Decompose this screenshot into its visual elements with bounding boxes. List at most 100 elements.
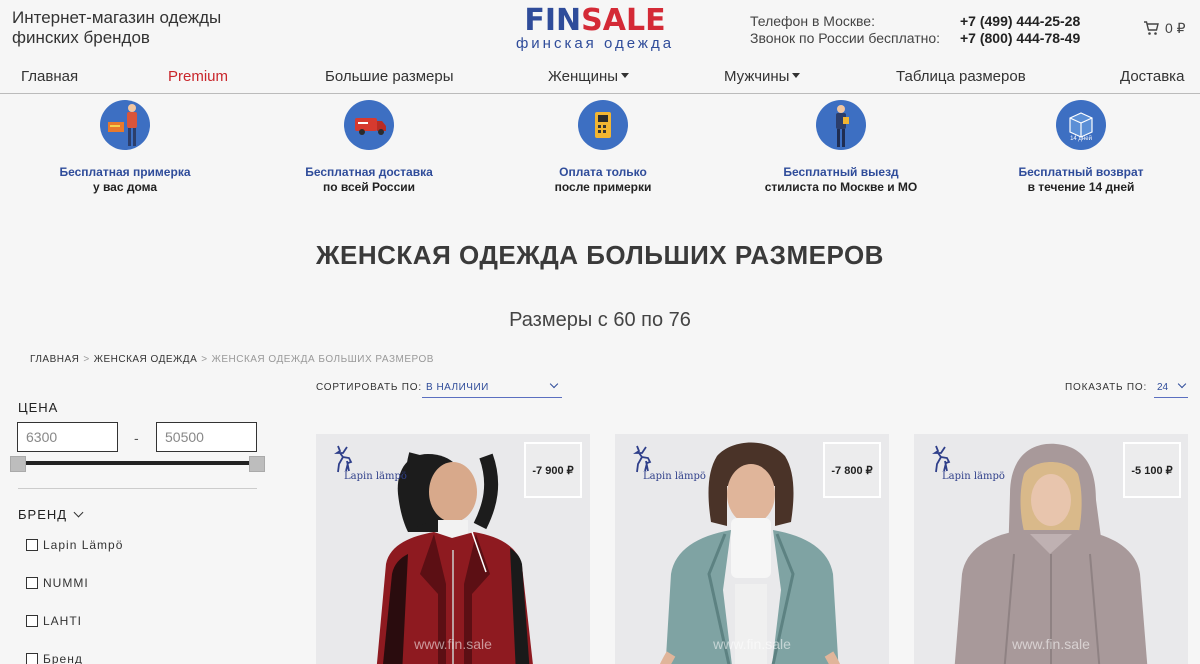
sort-label: СОРТИРОВАТЬ ПО:	[316, 382, 422, 393]
brand-logo: Lapin lämpö	[930, 444, 1010, 484]
brand-checkbox-nummi[interactable]: NUMMI	[26, 576, 89, 590]
cart-amount: 0 ₽	[1165, 20, 1186, 36]
caret-down-icon	[792, 73, 801, 78]
nav-women[interactable]: Женщины	[548, 68, 630, 85]
checkbox[interactable]	[26, 615, 38, 627]
logo-fin: FIN	[524, 3, 582, 38]
courier-icon	[100, 100, 150, 150]
nav-premium[interactable]: Premium	[168, 68, 228, 85]
brand-name: Lapin lämpö	[942, 471, 1005, 482]
show-per-page-label: ПОКАЗАТЬ ПО:	[1065, 382, 1148, 393]
watermark: www.fin.sale	[1012, 636, 1090, 652]
deer-icon	[334, 445, 353, 473]
discount-badge: -7 800 ₽	[823, 442, 881, 498]
price-slider-max-handle[interactable]	[249, 456, 265, 472]
breadcrumb-women[interactable]: ЖЕНСКАЯ ОДЕЖДА	[94, 354, 198, 365]
brand-name: Lapin lämpö	[344, 471, 407, 482]
chevron-down-icon	[1177, 379, 1187, 389]
delivery-truck-icon	[344, 100, 394, 150]
feature-title: Бесплатный выезд	[783, 165, 899, 179]
stylist-icon	[816, 100, 866, 150]
brand-label: NUMMI	[43, 576, 89, 590]
brand-filter-toggle[interactable]: БРЕНД	[18, 507, 84, 522]
brand-label: LAHTI	[43, 614, 83, 628]
brand-logo: Lapin lämpö	[631, 444, 711, 484]
cart-button[interactable]: 0 ₽	[1143, 20, 1186, 37]
price-filter-title: ЦЕНА	[18, 400, 59, 415]
nav-men-label: Мужчины	[724, 68, 790, 85]
deer-icon	[932, 445, 951, 473]
feature-title: Бесплатный возврат	[1018, 165, 1144, 179]
contact-russia: Звонок по России бесплатно: +7 (800) 444…	[750, 30, 1080, 47]
feature-subtitle: после примерки	[554, 180, 652, 194]
watermark: www.fin.sale	[713, 636, 791, 652]
price-slider-track[interactable]	[18, 461, 257, 465]
product-card[interactable]: Lapin lämpö -7 800 ₽ www.fin.sale	[615, 434, 889, 664]
feature-title: Бесплатная доставка	[305, 165, 433, 179]
price-dash: -	[134, 430, 139, 446]
cart-icon	[1144, 21, 1159, 35]
return-box-icon: 14 дней	[1056, 100, 1106, 150]
sort-select[interactable]: В НАЛИЧИИ	[422, 378, 562, 398]
brand-filter-title: БРЕНД	[18, 507, 68, 522]
checkbox[interactable]	[26, 577, 38, 589]
contact-moscow: Телефон в Москве: +7 (499) 444-25-28	[750, 13, 1080, 30]
breadcrumb: ГЛАВНАЯ > ЖЕНСКАЯ ОДЕЖДА > ЖЕНСКАЯ ОДЕЖДА БО…	[30, 354, 434, 365]
breadcrumb-separator: >	[201, 354, 208, 365]
phone-link[interactable]: +7 (499) 444-25-28	[960, 13, 1080, 30]
feature-title: Бесплатная примерка	[59, 165, 191, 179]
brand-checkbox-lahti[interactable]: LAHTI	[26, 614, 82, 628]
site-tagline: Интернет-магазин одежды финских брендов	[12, 8, 221, 48]
contacts-block: Телефон в Москве: +7 (499) 444-25-28 Зво…	[750, 13, 1080, 47]
price-min-input[interactable]: 6300	[17, 422, 118, 452]
nav-men[interactable]: Мужчины	[724, 68, 801, 85]
logo-subtitle: финская одежда	[515, 35, 675, 52]
nav-delivery[interactable]: Доставка	[1120, 68, 1184, 85]
checkbox[interactable]	[26, 653, 38, 664]
payment-terminal-icon	[578, 100, 628, 150]
page-subtitle: Размеры с 60 по 76	[509, 309, 691, 331]
filter-divider	[18, 488, 257, 489]
product-card[interactable]: Lapin lämpö -5 100 ₽ www.fin.sale	[914, 434, 1188, 664]
nav-plus-size[interactable]: Большие размеры	[325, 68, 454, 85]
breadcrumb-current: ЖЕНСКАЯ ОДЕЖДА БОЛЬШИХ РАЗМЕРОВ	[211, 354, 434, 365]
brand-checkbox-lapin[interactable]: Lapin Lämpö	[26, 538, 123, 552]
return-badge: 14 дней	[1070, 136, 1092, 142]
page-title: ЖЕНСКАЯ ОДЕЖДА БОЛЬШИХ РАЗМЕРОВ	[316, 240, 884, 270]
breadcrumb-home[interactable]: ГЛАВНАЯ	[30, 354, 79, 365]
chevron-down-icon	[73, 507, 84, 518]
sort-value: В НАЛИЧИИ	[426, 382, 489, 393]
caret-down-icon	[621, 73, 630, 78]
feature-title: Оплата только	[559, 165, 647, 179]
logo-sale: SALE	[581, 3, 666, 38]
site-logo[interactable]: FINSALE финская одежда	[500, 6, 690, 52]
nav-women-label: Женщины	[548, 68, 619, 85]
discount-badge: -5 100 ₽	[1123, 442, 1181, 498]
breadcrumb-separator: >	[83, 354, 90, 365]
brand-name: Lapin lämpö	[643, 471, 706, 482]
watermark: www.fin.sale	[414, 636, 492, 652]
tagline-line-2: финских брендов	[12, 28, 150, 47]
nav-home[interactable]: Главная	[21, 68, 78, 85]
feature-free-stylist: Бесплатный выезд стилиста по Москве и МО	[741, 100, 941, 195]
chevron-down-icon	[549, 379, 559, 389]
phone-link[interactable]: +7 (800) 444-78-49	[960, 30, 1080, 47]
feature-subtitle: в течение 14 дней	[1027, 180, 1135, 194]
brand-logo: Lapin lämpö	[332, 444, 412, 484]
brand-label: Lapin Lämpö	[43, 538, 124, 552]
show-per-page-select[interactable]: 24	[1154, 378, 1188, 398]
tagline-line-1: Интернет-магазин одежды	[12, 8, 222, 27]
show-per-page-value: 24	[1157, 382, 1169, 393]
price-max-input[interactable]: 50500	[156, 422, 257, 452]
feature-subtitle: у вас дома	[92, 180, 158, 194]
feature-free-delivery: Бесплатная доставка по всей России	[269, 100, 469, 195]
price-slider-min-handle[interactable]	[10, 456, 26, 472]
product-card[interactable]: Lapin lämpö -7 900 ₽ www.fin.sale	[316, 434, 590, 664]
feature-subtitle: по всей России	[322, 180, 416, 194]
contact-label: Телефон в Москве:	[750, 13, 875, 29]
nav-size-chart[interactable]: Таблица размеров	[896, 68, 1026, 85]
main-nav: Главная Premium Большие размеры Женщины …	[0, 66, 1200, 94]
checkbox[interactable]	[26, 539, 38, 551]
feature-subtitle: стилиста по Москве и МО	[764, 180, 918, 194]
brand-checkbox-brand[interactable]: Бренд	[26, 652, 83, 664]
